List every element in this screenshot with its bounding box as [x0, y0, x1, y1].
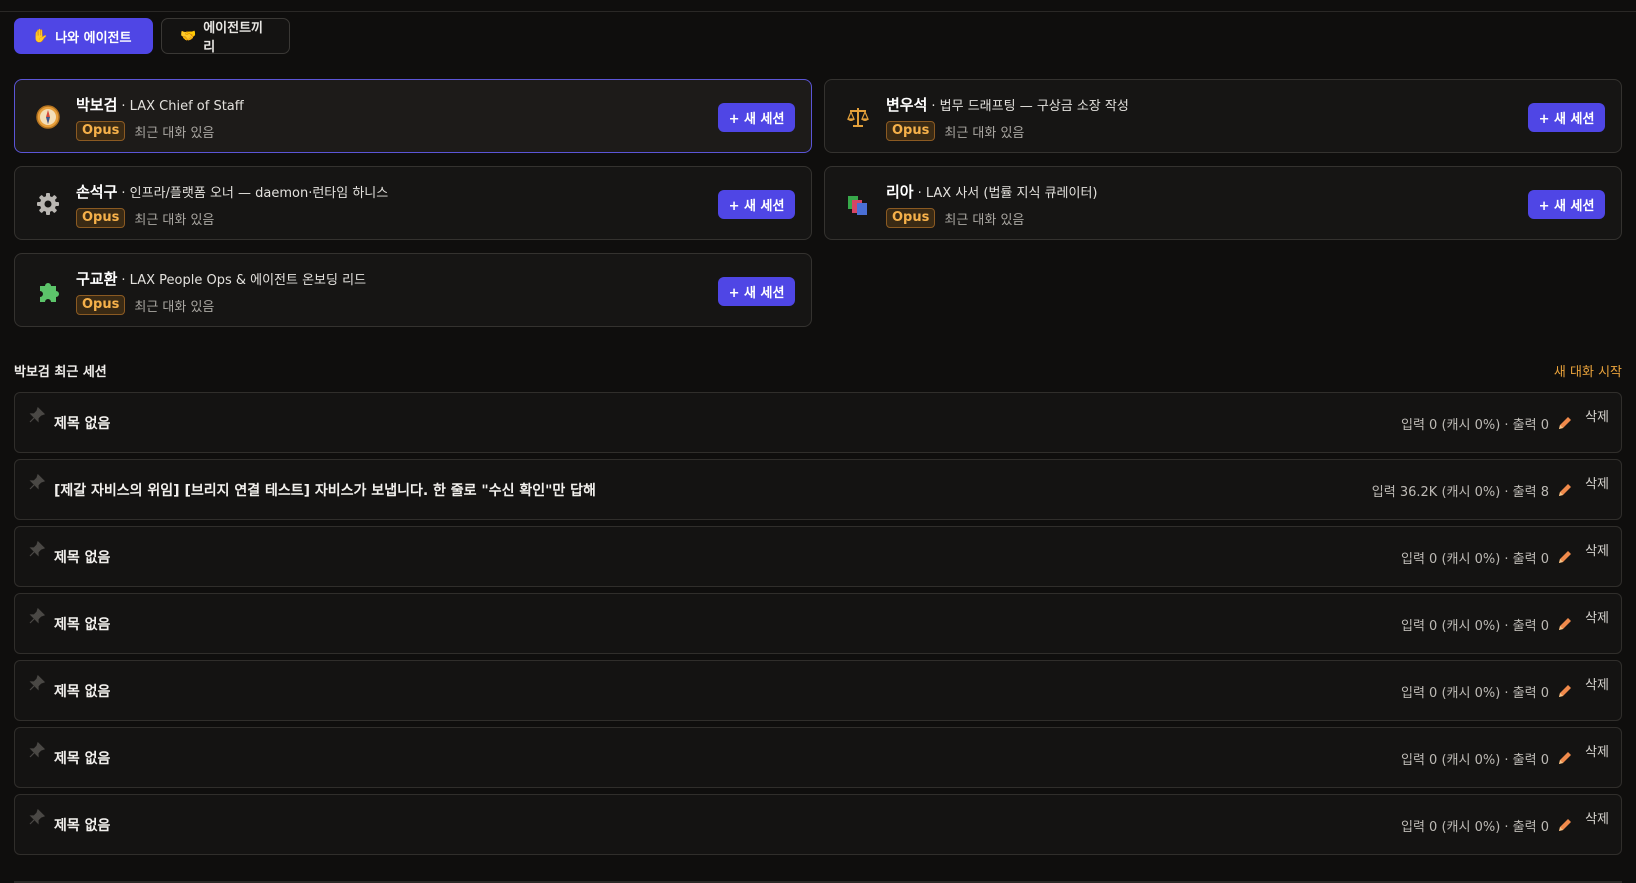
delete-button[interactable]: 삭제	[1585, 607, 1609, 626]
sessions-header: 박보검 최근 세션 새 대화 시작	[14, 361, 1622, 381]
pin-icon[interactable]	[29, 474, 45, 490]
token-usage: 입력 0 (캐시 0%) · 출력 0	[1401, 820, 1549, 835]
new-conversation-link[interactable]: 새 대화 시작	[1554, 361, 1622, 380]
session-title: 제목 없음	[54, 416, 111, 432]
session-row[interactable]: 제목 없음 입력 0 (캐시 0%) · 출력 0 삭제	[14, 727, 1622, 788]
agent-name: 박보검	[76, 96, 118, 114]
pencil-icon[interactable]	[1557, 549, 1573, 565]
session-row[interactable]: [제갈 자비스의 위임] [브리지 연결 테스트] 자비스가 보냅니다. 한 줄…	[14, 459, 1622, 520]
agent-card[interactable]: 손석구 · 인프라/플랫폼 오너 — daemon·런타임 하니스 Opus 최근…	[14, 166, 812, 240]
recent-status: 최근 대화 있음	[944, 212, 1025, 228]
session-row[interactable]: 제목 없음 입력 0 (캐시 0%) · 출력 0 삭제	[14, 526, 1622, 587]
pin-icon[interactable]	[29, 541, 45, 557]
agent-card[interactable]: 박보검 · LAX Chief of Staff Opus 최근 대화 있음 + …	[14, 79, 812, 153]
new-session-button[interactable]: + 새 세션	[718, 277, 795, 306]
model-badge: Opus	[76, 121, 126, 141]
pencil-icon[interactable]	[1557, 415, 1573, 431]
session-title: 제목 없음	[54, 818, 111, 834]
session-row[interactable]: 제목 없음 입력 0 (캐시 0%) · 출력 0 삭제	[14, 392, 1622, 453]
new-session-button[interactable]: + 새 세션	[718, 103, 795, 132]
token-usage: 입력 0 (캐시 0%) · 출력 0	[1401, 619, 1549, 634]
session-title: 제목 없음	[54, 751, 111, 767]
pencil-icon[interactable]	[1557, 817, 1573, 833]
tab-me-and-agent[interactable]: ✋ 나와 에이전트	[14, 18, 153, 54]
delete-button[interactable]: 삭제	[1585, 406, 1609, 425]
handshake-emoji-icon: 🤝	[180, 28, 197, 44]
hand-emoji-icon: ✋	[32, 28, 49, 44]
delete-button[interactable]: 삭제	[1585, 473, 1609, 492]
agent-role: · LAX 사서 (법률 지식 큐레이터)	[917, 186, 1098, 201]
session-title: [제갈 자비스의 위임] [브리지 연결 테스트] 자비스가 보냅니다. 한 줄…	[54, 483, 596, 499]
session-row[interactable]: 제목 없음 입력 0 (캐시 0%) · 출력 0 삭제	[14, 794, 1622, 855]
model-badge: Opus	[886, 121, 936, 141]
delete-button[interactable]: 삭제	[1585, 674, 1609, 693]
recent-status: 최근 대화 있음	[134, 125, 215, 141]
pencil-icon[interactable]	[1557, 616, 1573, 632]
new-session-button[interactable]: + 새 세션	[1528, 103, 1605, 132]
model-badge: Opus	[76, 295, 126, 315]
new-session-button[interactable]: + 새 세션	[1528, 190, 1605, 219]
agent-name: 구교환	[76, 270, 118, 288]
session-title: 제목 없음	[54, 550, 111, 566]
agent-card[interactable]: 변우석 · 법무 드래프팅 — 구상금 소장 작성 Opus 최근 대화 있음 +…	[824, 79, 1622, 153]
new-session-button[interactable]: + 새 세션	[718, 190, 795, 219]
recent-status: 최근 대화 있음	[944, 125, 1025, 141]
token-usage: 입력 36.2K (캐시 0%) · 출력 8	[1371, 485, 1549, 500]
token-usage: 입력 0 (캐시 0%) · 출력 0	[1401, 418, 1549, 433]
agent-role: · 법무 드래프팅 — 구상금 소장 작성	[931, 99, 1129, 114]
pencil-icon[interactable]	[1557, 750, 1573, 766]
gear-icon	[33, 189, 63, 219]
pin-icon[interactable]	[29, 407, 45, 423]
tab-label: 나와 에이전트	[55, 30, 132, 46]
agent-role: · 인프라/플랫폼 오너 — daemon·런타임 하니스	[121, 186, 389, 201]
agent-name: 변우석	[886, 96, 928, 114]
compass-icon	[33, 102, 63, 132]
agent-name: 손석구	[76, 183, 118, 201]
agent-card[interactable]: 구교환 · LAX People Ops & 에이전트 온보딩 리드 Opus 최…	[14, 253, 812, 327]
pencil-icon[interactable]	[1557, 683, 1573, 699]
pin-icon[interactable]	[29, 809, 45, 825]
session-title: 제목 없음	[54, 617, 111, 633]
recent-status: 최근 대화 있음	[134, 299, 215, 315]
pin-icon[interactable]	[29, 608, 45, 624]
mode-tabs: ✋ 나와 에이전트 🤝 에이전트끼리	[14, 18, 290, 55]
sessions-title: 박보검 최근 세션	[14, 365, 107, 380]
session-row[interactable]: 제목 없음 입력 0 (캐시 0%) · 출력 0 삭제	[14, 660, 1622, 721]
agent-role: · LAX Chief of Staff	[121, 99, 244, 114]
puzzle-icon	[33, 276, 63, 306]
session-row[interactable]: 제목 없음 입력 0 (캐시 0%) · 출력 0 삭제	[14, 593, 1622, 654]
model-badge: Opus	[886, 208, 936, 228]
scales-icon	[843, 102, 873, 132]
token-usage: 입력 0 (캐시 0%) · 출력 0	[1401, 686, 1549, 701]
top-divider	[0, 11, 1636, 12]
pin-icon[interactable]	[29, 675, 45, 691]
agent-name: 리아	[886, 183, 914, 201]
pin-icon[interactable]	[29, 742, 45, 758]
model-badge: Opus	[76, 208, 126, 228]
agent-role: · LAX People Ops & 에이전트 온보딩 리드	[121, 273, 367, 288]
tab-label: 에이전트끼리	[203, 21, 263, 55]
delete-button[interactable]: 삭제	[1585, 741, 1609, 760]
token-usage: 입력 0 (캐시 0%) · 출력 0	[1401, 753, 1549, 768]
token-usage: 입력 0 (캐시 0%) · 출력 0	[1401, 552, 1549, 567]
pencil-icon[interactable]	[1557, 482, 1573, 498]
session-title: 제목 없음	[54, 684, 111, 700]
books-icon	[843, 189, 873, 219]
delete-button[interactable]: 삭제	[1585, 808, 1609, 827]
tab-agent-to-agent[interactable]: 🤝 에이전트끼리	[161, 18, 290, 55]
agent-card[interactable]: 리아 · LAX 사서 (법률 지식 큐레이터) Opus 최근 대화 있음 + …	[824, 166, 1622, 240]
recent-status: 최근 대화 있음	[134, 212, 215, 228]
delete-button[interactable]: 삭제	[1585, 540, 1609, 559]
